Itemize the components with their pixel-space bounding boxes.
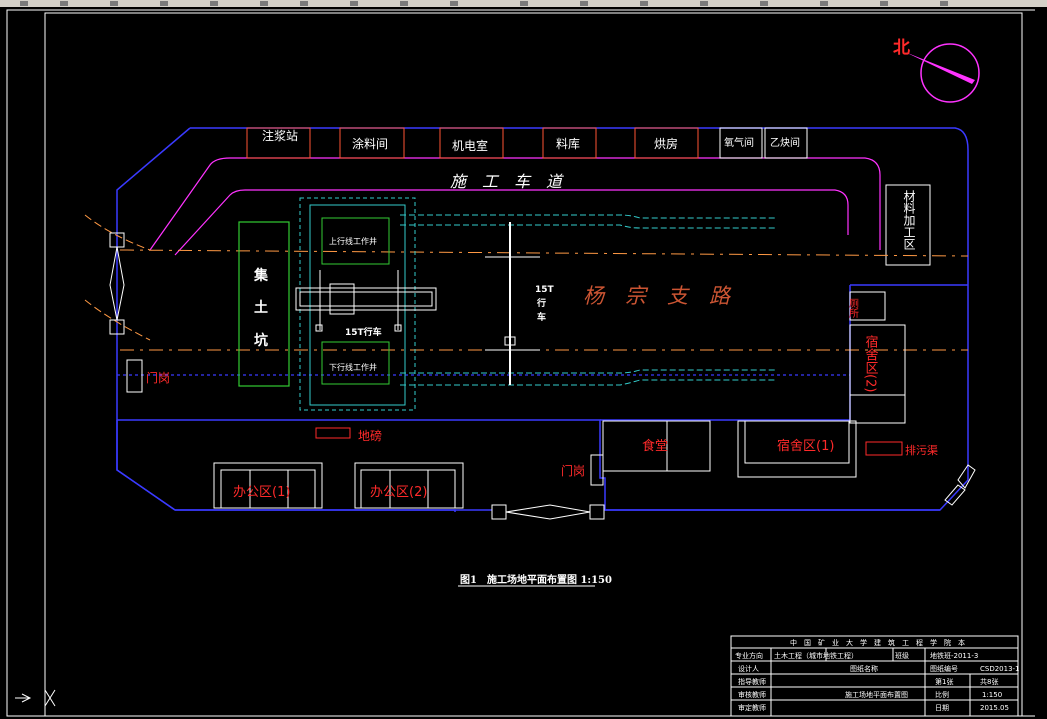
north-label: 北 [893,38,910,58]
platform-label: 地磅 [358,428,382,443]
gate-right-label: 门岗 [561,463,585,478]
material-area-label: 材料加工区 [902,190,916,250]
dorm2-label: 宿舍区(2) [863,334,879,392]
right-gate-box [590,454,604,486]
sign-box [865,441,903,456]
title-block-header: 中 国 矿 业 大 学 建 筑 工 程 学 院 本 [790,638,965,647]
tb-r5c4: 日期 [935,704,949,712]
figure-caption: 图1 施工场地平面布置图 1:150 [460,573,612,586]
gate-left-label: 门岗 [146,370,170,385]
crane-15t-b2: 行 [536,297,546,309]
road-label: 施 工 车 道 [450,172,564,191]
tb-r1c4: 地铁班-2011-3 [930,651,978,660]
tb-r4c5: 1:150 [982,691,1002,699]
ucs-icon [15,689,56,707]
office2-label: 办公区(2) [370,485,427,500]
platform-box [315,427,351,439]
facility-acetylene: 乙炔间 [770,136,800,149]
crane-15t-label-a: 15T行车 [345,326,382,338]
vertical-scrollbar[interactable] [1035,7,1047,719]
facility-electrical: 机电室 [452,138,488,153]
tb-r2c3: 图纸名称 [850,664,878,673]
dorm2-box [849,324,906,424]
dorm1-label: 宿舍区(1) [777,438,834,454]
tb-r1c1: 专业方向 [735,651,763,660]
tb-r3c5: 共8张 [980,677,998,686]
facility-storage: 料库 [556,136,580,151]
tb-r3c1: 指导教师 [738,677,766,686]
office1-label: 办公区(1) [233,485,290,500]
facility-drying: 烘房 [654,136,678,151]
sign-label: 排污渠 [905,443,938,457]
facility-grout: 注浆站 [262,128,298,143]
tb-r4c4: 比例 [935,690,949,699]
compass: 北 [893,38,980,103]
tb-r2c1: 设计人 [738,664,759,673]
title-block [730,635,1019,717]
tb-r5c5: 2015.05 [980,704,1009,712]
canteen-label: 食堂 [642,438,668,454]
cad-drawing[interactable]: 北 注浆站 涂料间 机电室 料库 烘房 氧气间 乙炔间 施 工 车 道 材料加工… [0,0,1047,719]
left-gate-symbol [109,232,143,393]
facility-paint: 涂料间 [352,136,388,151]
crane-15t-b3: 车 [537,311,546,323]
pit-char-1: 集 [253,267,269,284]
facility-oxygen: 氧气间 [724,136,754,149]
tb-r2c5: CSD2013-1 [980,665,1020,673]
tb-r1c2: 土木工程（城市地铁工程） [774,651,858,660]
tb-r3c4: 第1张 [935,677,953,686]
lower-shaft-label: 下行线工作井 [329,362,377,372]
pit-char-2: 土 [254,299,268,316]
outer-frame [6,9,1038,717]
street-label: 杨 宗 支 路 [583,284,732,308]
tb-r2c4: 图纸编号 [930,664,958,673]
tb-r4c1: 审核教师 [738,690,766,699]
tb-r1c3: 班级 [895,651,909,660]
facility-row: 注浆站 涂料间 机电室 料库 烘房 氧气间 乙炔间 [246,127,808,159]
pit-char-3: 坑 [254,332,268,349]
upper-shaft-label: 上行线工作井 [329,236,377,246]
tb-r5c1: 审定教师 [738,703,766,712]
small-box-label: 厕所 [847,298,859,319]
bottom-gate-symbol [491,504,605,520]
crane-15t-b1: 15T [535,285,555,295]
tb-r4c3: 施工场地平面布置图 [845,690,908,699]
crane-rail [485,222,540,385]
